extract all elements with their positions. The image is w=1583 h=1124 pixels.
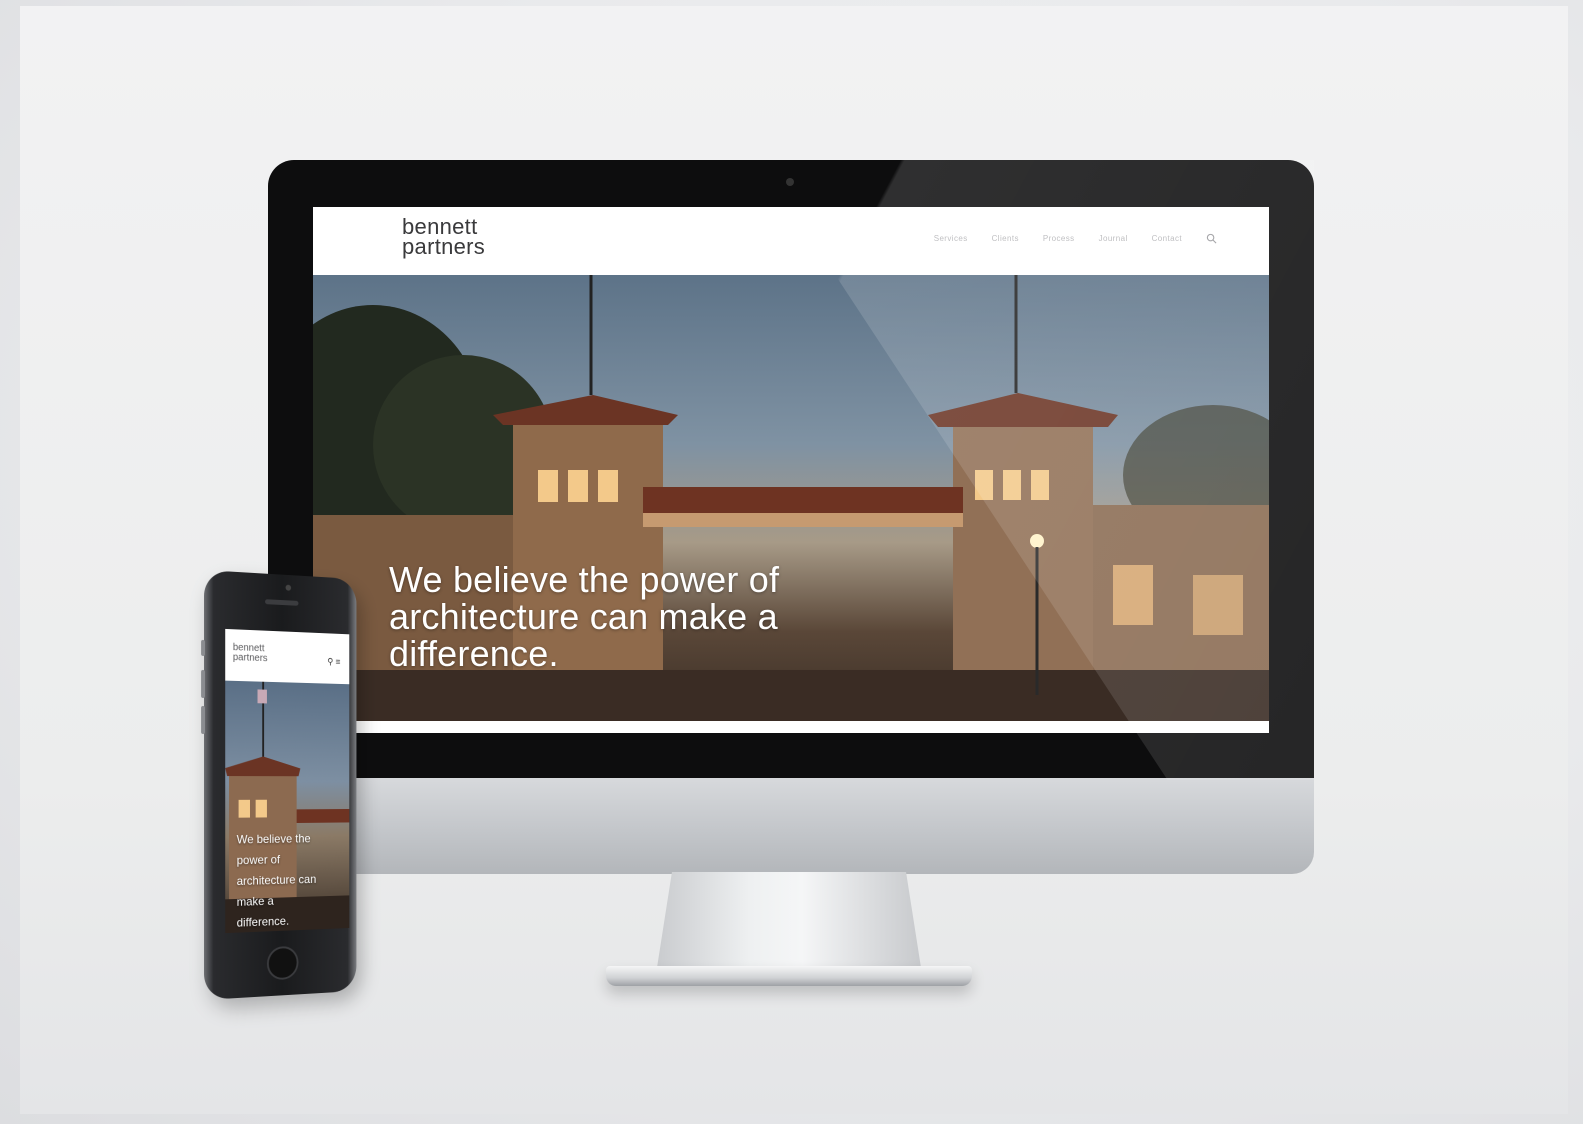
mobile-hero: We believe the power of architecture can… xyxy=(225,680,350,934)
hero-headline-line: difference. xyxy=(389,633,559,674)
mobile-headline-line: difference. xyxy=(236,913,290,930)
phone-volume-up xyxy=(201,669,205,699)
nav-item-process[interactable]: Process xyxy=(1043,234,1075,243)
desktop-screen: bennett partners Services Clients Proces… xyxy=(313,207,1269,733)
nav-item-contact[interactable]: Contact xyxy=(1152,234,1182,243)
phone-mute-switch xyxy=(201,639,205,657)
hero-headline-line: architecture can make a xyxy=(389,596,778,637)
site-header: bennett partners Services Clients Proces… xyxy=(313,207,1269,275)
phone-camera xyxy=(285,584,292,591)
main-nav: Services Clients Process Journal Contact xyxy=(934,233,1217,244)
nav-item-clients[interactable]: Clients xyxy=(992,234,1019,243)
phone-volume-down xyxy=(201,705,205,735)
mobile-logo-line-2: partners xyxy=(232,652,268,665)
monitor-stand-base xyxy=(606,966,972,986)
phone-home-button[interactable] xyxy=(266,945,299,981)
hero-banner: We believe the power of architecture can… xyxy=(313,275,1269,721)
nav-item-journal[interactable]: Journal xyxy=(1099,234,1128,243)
mobile-logo[interactable]: bennett partners xyxy=(232,642,268,665)
monitor-stand xyxy=(656,872,922,974)
mobile-headline-line: We believe the xyxy=(236,831,311,847)
search-icon[interactable] xyxy=(1206,233,1217,244)
mobile-hero-headline: We believe the power of architecture can… xyxy=(237,828,344,933)
mobile-screen: bennett partners ⚲ ≡ We believe the powe… xyxy=(225,628,350,934)
phone-speaker xyxy=(265,599,299,606)
hero-headline: We believe the power of architecture can… xyxy=(389,561,949,672)
mobile-headline-line: power of xyxy=(236,852,281,868)
site-logo[interactable]: bennett partners xyxy=(402,216,486,259)
mobile-menu-icons[interactable]: ⚲ ≡ xyxy=(327,657,340,668)
hero-headline-line: We believe the power of xyxy=(389,559,780,600)
monitor-chin xyxy=(268,778,1314,874)
mobile-header: bennett partners ⚲ ≡ xyxy=(225,628,350,685)
iphone-mockup: bennett partners ⚲ ≡ We believe the powe… xyxy=(201,570,357,1000)
camera-dot xyxy=(786,178,794,186)
nav-item-services[interactable]: Services xyxy=(934,234,968,243)
hero-bottom-strip xyxy=(313,721,1269,733)
logo-line-2: partners xyxy=(402,234,486,259)
